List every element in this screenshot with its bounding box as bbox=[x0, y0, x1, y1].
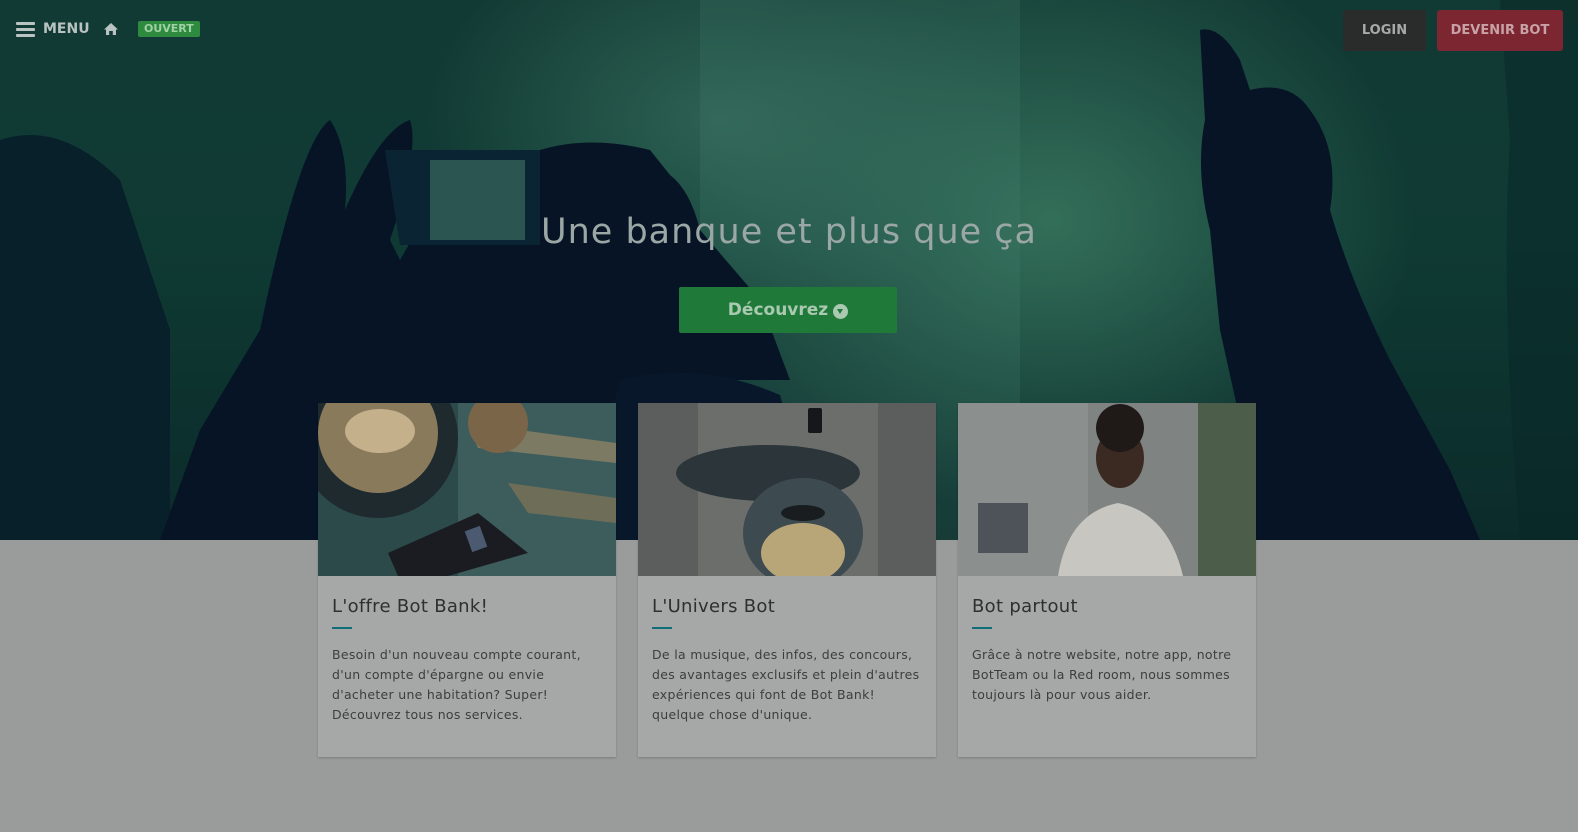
feature-cards: L'offre Bot Bank! Besoin d'un nouveau co… bbox=[318, 403, 1258, 759]
status-badge: OUVERT bbox=[138, 21, 200, 37]
skateboarder-image bbox=[638, 403, 936, 576]
become-bot-button[interactable]: DEVENIR BOT bbox=[1437, 10, 1563, 51]
login-button[interactable]: LOGIN bbox=[1343, 10, 1426, 51]
card-title: L'Univers Bot bbox=[652, 596, 776, 617]
hamburger-icon bbox=[16, 22, 35, 37]
menu-button[interactable]: MENU bbox=[16, 21, 90, 37]
card-title: L'offre Bot Bank! bbox=[332, 596, 489, 617]
discover-button-label: Découvrez bbox=[727, 300, 829, 320]
coffee-and-card-image bbox=[318, 403, 616, 576]
smiling-employee-image bbox=[958, 403, 1256, 576]
card-divider bbox=[972, 627, 992, 629]
card-description: Grâce à notre website, notre app, notre … bbox=[972, 647, 1232, 702]
card-universe[interactable]: L'Univers Bot De la musique, des infos, … bbox=[638, 403, 936, 757]
chevron-down-circle-icon bbox=[833, 303, 849, 319]
card-description: De la musique, des infos, des concours, … bbox=[652, 647, 920, 722]
card-everywhere[interactable]: Bot partout Grâce à notre website, notre… bbox=[958, 403, 1256, 757]
hero-title: Une banque et plus que ça bbox=[541, 212, 1037, 252]
card-divider bbox=[652, 627, 672, 629]
menu-label: MENU bbox=[43, 21, 90, 37]
home-icon[interactable] bbox=[103, 21, 119, 37]
card-offer[interactable]: L'offre Bot Bank! Besoin d'un nouveau co… bbox=[318, 403, 616, 757]
top-navigation-bar: MENU OUVERT LOGIN DEVENIR BOT bbox=[0, 0, 1578, 62]
card-divider bbox=[332, 627, 352, 629]
card-title: Bot partout bbox=[972, 596, 1078, 617]
discover-button[interactable]: Découvrez bbox=[679, 287, 897, 333]
card-description: Besoin d'un nouveau compte courant, d'un… bbox=[332, 647, 581, 722]
